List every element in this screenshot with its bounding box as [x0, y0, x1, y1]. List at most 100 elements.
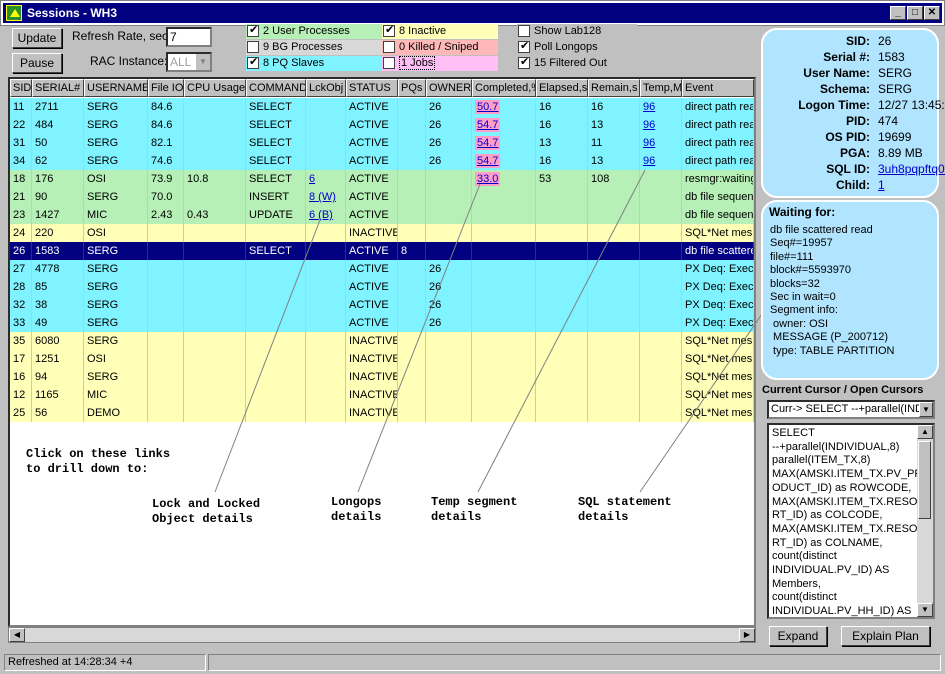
lock-object-link[interactable]: 6: [309, 173, 315, 185]
column-header-temp-mb[interactable]: Temp,M: [640, 79, 682, 97]
explain-plan-button[interactable]: Explain Plan: [841, 626, 930, 646]
column-header-owner[interactable]: OWNER: [426, 79, 472, 97]
cell-event: direct path rea: [682, 98, 754, 116]
cell-username: SERG: [84, 116, 148, 134]
pause-button[interactable]: Pause: [12, 53, 62, 73]
longops-link[interactable]: 54.7: [475, 118, 501, 132]
table-row[interactable]: 17 1251 OSI INACTIVE SQL*Net mes: [10, 350, 754, 368]
table-row[interactable]: 27 4778 SERG ACTIVE 26 PX Deq: Exec: [10, 260, 754, 278]
column-header-lckobj[interactable]: LckObj: [306, 79, 346, 97]
column-header-completed-pct[interactable]: Completed,%: [472, 79, 536, 97]
lock-object-link[interactable]: 6 (B): [309, 209, 333, 221]
scroll-right-icon[interactable]: ▶: [739, 628, 755, 642]
longops-link[interactable]: 50.7: [475, 100, 501, 114]
expand-button[interactable]: Expand: [769, 626, 827, 646]
filter-user-processes[interactable]: 2 User Processes: [246, 23, 392, 39]
refresh-rate-input[interactable]: 7: [166, 27, 212, 47]
column-header-sid[interactable]: SID: [10, 79, 32, 97]
temp-segment-link[interactable]: 96: [643, 155, 655, 167]
scroll-down-icon[interactable]: ▼: [917, 603, 933, 617]
chevron-down-icon[interactable]: ▼: [196, 54, 210, 70]
filter-poll-longops[interactable]: Poll Longops: [517, 39, 637, 55]
column-header-serial[interactable]: SERIAL#: [32, 79, 84, 97]
chevron-down-icon[interactable]: ▼: [919, 402, 933, 417]
table-row[interactable]: 21 90 SERG 70.0 INSERT 8 (W) ACTIVE db file seq…: [10, 188, 754, 206]
checkbox-icon[interactable]: [518, 55, 530, 70]
cell-pqs: [398, 296, 426, 314]
longops-link[interactable]: 33.0: [475, 172, 501, 186]
column-header-file-io[interactable]: File IO: [148, 79, 184, 97]
filter-bg-processes[interactable]: 9 BG Processes: [246, 40, 392, 55]
table-row[interactable]: 22 484 SERG 84.6 SELECT ACTIVE 26 54.7 16 13 96 dir…: [10, 116, 754, 134]
filter-pq-slaves[interactable]: 8 PQ Slaves: [246, 55, 392, 71]
table-row[interactable]: 18 176 OSI 73.9 10.8 SELECT 6 ACTIVE 33.0 53 108 re…: [10, 170, 754, 188]
maximize-button[interactable]: □: [907, 6, 923, 20]
column-header-status[interactable]: STATUS: [346, 79, 398, 97]
longops-link[interactable]: 54.7: [475, 136, 501, 150]
sql-id-link[interactable]: 3uh8pqpftq0w6: [878, 161, 945, 178]
cell-owner: [426, 224, 472, 242]
column-header-remain[interactable]: Remain,s: [588, 79, 640, 97]
scroll-left-icon[interactable]: ◀: [9, 628, 25, 642]
detail-row: Schema: SERG: [768, 81, 936, 98]
filter-show-lab128[interactable]: Show Lab128: [517, 24, 637, 39]
table-row[interactable]: 12 1165 MIC INACTIVE SQL*Net mes: [10, 386, 754, 404]
scroll-up-icon[interactable]: ▲: [917, 425, 933, 439]
vertical-scrollbar[interactable]: ▲ ▼: [917, 425, 933, 617]
filter-jobs[interactable]: 1 Jobs: [382, 56, 498, 71]
table-row[interactable]: 33 49 SERG ACTIVE 26 PX Deq: Exec: [10, 314, 754, 332]
horizontal-scrollbar[interactable]: ◀ ▶: [8, 627, 756, 643]
cell-owner: 26: [426, 152, 472, 170]
column-header-command[interactable]: COMMAND: [246, 79, 306, 97]
title-bar: Sessions - WH3 _ □ ✕: [0, 0, 945, 26]
table-row[interactable]: 31 50 SERG 82.1 SELECT ACTIVE 26 54.7 13 11 96 dire…: [10, 134, 754, 152]
open-cursors-select[interactable]: Curr-> SELECT --+parallel(INDI ▼: [767, 400, 935, 419]
checkbox-icon[interactable]: [247, 23, 259, 38]
column-header-event[interactable]: Event: [682, 79, 754, 97]
table-row[interactable]: 11 2711 SERG 84.6 SELECT ACTIVE 26 50.7 16 16 96 di…: [10, 98, 754, 116]
child-link[interactable]: 1: [878, 177, 885, 194]
table-row[interactable]: 24 220 OSI INACTIVE SQL*Net mes: [10, 224, 754, 242]
column-header-username[interactable]: USERNAME: [84, 79, 148, 97]
checkbox-icon[interactable]: [518, 25, 530, 37]
rac-instance-value: ALL: [170, 55, 192, 69]
temp-segment-link[interactable]: 96: [643, 137, 655, 149]
table-row[interactable]: 35 6080 SERG INACTIVE SQL*Net mes: [10, 332, 754, 350]
filter-killed-sniped[interactable]: 0 Killed / Sniped: [382, 40, 498, 55]
checkbox-icon[interactable]: [383, 41, 395, 53]
minimize-button[interactable]: _: [890, 6, 906, 20]
temp-segment-link[interactable]: 96: [643, 101, 655, 113]
table-row[interactable]: 34 62 SERG 74.6 SELECT ACTIVE 26 54.7 16 13 96 dire…: [10, 152, 754, 170]
rac-instance-select[interactable]: ALL ▼: [166, 52, 212, 72]
cell-temp-mb: [640, 188, 682, 206]
table-row[interactable]: 32 38 SERG ACTIVE 26 PX Deq: Exec: [10, 296, 754, 314]
detail-value: 12/27 13:45:10: [878, 98, 945, 112]
column-header-elapsed[interactable]: Elapsed,s: [536, 79, 588, 97]
column-header-cpu-usage[interactable]: CPU Usage: [184, 79, 246, 97]
close-button[interactable]: ✕: [924, 6, 940, 20]
cell-temp-mb: [640, 332, 682, 350]
checkbox-icon[interactable]: [247, 55, 259, 70]
filter-inactive[interactable]: 8 Inactive: [382, 23, 498, 39]
table-row[interactable]: 26 1583 SERG SELECT ACTIVE 8 db file scattere: [10, 242, 754, 260]
update-button[interactable]: Update: [12, 28, 62, 48]
checkbox-icon[interactable]: [383, 57, 395, 69]
table-row[interactable]: 25 56 DEMO INACTIVE SQL*Net mes: [10, 404, 754, 422]
longops-link[interactable]: 54.7: [475, 154, 501, 168]
detail-value: SERG: [878, 66, 913, 80]
checkbox-icon[interactable]: [383, 23, 395, 38]
table-row[interactable]: 16 94 SERG INACTIVE SQL*Net mes: [10, 368, 754, 386]
cell-owner: 26: [426, 314, 472, 332]
lock-object-link[interactable]: 8 (W): [309, 191, 336, 203]
temp-segment-link[interactable]: 96: [643, 119, 655, 131]
checkbox-icon[interactable]: [247, 41, 259, 53]
checkbox-icon[interactable]: [518, 39, 530, 54]
sql-text-box[interactable]: SELECT --+parallel(INDIVIDUAL,8) paralle…: [767, 423, 935, 619]
scroll-thumb[interactable]: [918, 441, 931, 519]
sessions-grid[interactable]: SID SERIAL# USERNAME File IO CPU Usage COMMAN…: [8, 77, 756, 627]
table-row[interactable]: 28 85 SERG ACTIVE 26 PX Deq: Exec: [10, 278, 754, 296]
column-header-pqs[interactable]: PQs: [398, 79, 426, 97]
cell-pqs: [398, 116, 426, 134]
table-row[interactable]: 23 1427 MIC 2.43 0.43 UPDATE 6 (B) ACTIVE db fil…: [10, 206, 754, 224]
filter-filtered-out[interactable]: 15 Filtered Out: [517, 55, 637, 71]
